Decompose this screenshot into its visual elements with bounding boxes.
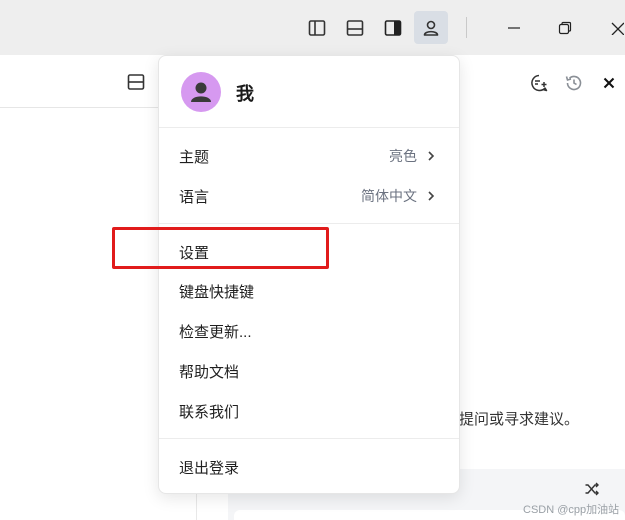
chevron-right-icon <box>427 150 435 162</box>
restore-icon <box>558 21 572 34</box>
close-icon <box>603 77 615 89</box>
menu-item-label: 检查更新... <box>179 323 252 341</box>
menu-item-label: 联系我们 <box>179 403 240 421</box>
title-bar <box>0 0 625 55</box>
settings-highlight-box <box>112 227 329 269</box>
history-button[interactable] <box>563 72 585 94</box>
menu-username: 我 <box>236 84 254 104</box>
window-close-button[interactable] <box>600 11 625 44</box>
menu-item-contact-us[interactable]: 联系我们 <box>159 391 459 431</box>
chat-hint-text: 提问或寻求建议。 <box>459 411 580 428</box>
shuffle-button[interactable] <box>582 479 602 499</box>
new-chat-icon <box>531 74 548 92</box>
watermark: CSDN @cpp加油站 <box>523 504 620 516</box>
panel-right-icon <box>384 19 402 36</box>
theme-value: 亮色 <box>389 148 417 164</box>
menu-item-check-updates[interactable]: 检查更新... <box>159 311 459 351</box>
menu-separator <box>159 438 459 439</box>
sidebar-left-icon <box>308 19 326 36</box>
menu-separator <box>159 127 459 128</box>
toggle-bottom-panel-button[interactable] <box>338 11 372 44</box>
menu-item-label: 语言 <box>179 188 210 206</box>
menu-item-label: 主题 <box>179 148 210 166</box>
minimize-icon <box>508 26 520 29</box>
minimize-button[interactable] <box>497 11 531 44</box>
menu-item-label: 退出登录 <box>179 459 240 477</box>
menu-item-label: 帮助文档 <box>179 363 240 381</box>
menu-separator <box>159 223 459 224</box>
panel-bottom-icon <box>346 19 364 36</box>
new-chat-button[interactable] <box>528 72 550 94</box>
avatar <box>181 72 221 112</box>
toggle-right-panel-button[interactable] <box>376 11 410 44</box>
menu-item-language[interactable]: 语言 简体中文 <box>159 176 459 216</box>
panel-split-icon <box>127 74 145 90</box>
menu-item-help-docs[interactable]: 帮助文档 <box>159 351 459 391</box>
menu-item-keyboard-shortcuts[interactable]: 键盘快捷键 <box>159 271 459 311</box>
menu-item-logout[interactable]: 退出登录 <box>159 447 459 487</box>
menu-item-label: 键盘快捷键 <box>179 283 255 301</box>
account-button[interactable] <box>414 11 448 44</box>
collapse-panel-button[interactable] <box>125 71 147 93</box>
close-panel-button[interactable] <box>600 74 618 92</box>
shuffle-icon <box>585 482 599 496</box>
toggle-left-sidebar-button[interactable] <box>300 11 334 44</box>
user-menu: 我 主题 亮色 语言 简体中文 设置 键盘快捷键 检查更新... 帮助文档 联系… <box>158 55 460 494</box>
avatar-person-icon <box>191 82 211 102</box>
history-icon <box>565 75 582 91</box>
close-icon <box>611 22 624 35</box>
chevron-right-icon <box>427 190 435 202</box>
language-value: 简体中文 <box>361 188 417 204</box>
restore-button[interactable] <box>548 11 582 44</box>
titlebar-separator <box>466 17 467 38</box>
menu-item-theme[interactable]: 主题 亮色 <box>159 136 459 176</box>
user-icon <box>423 20 439 36</box>
